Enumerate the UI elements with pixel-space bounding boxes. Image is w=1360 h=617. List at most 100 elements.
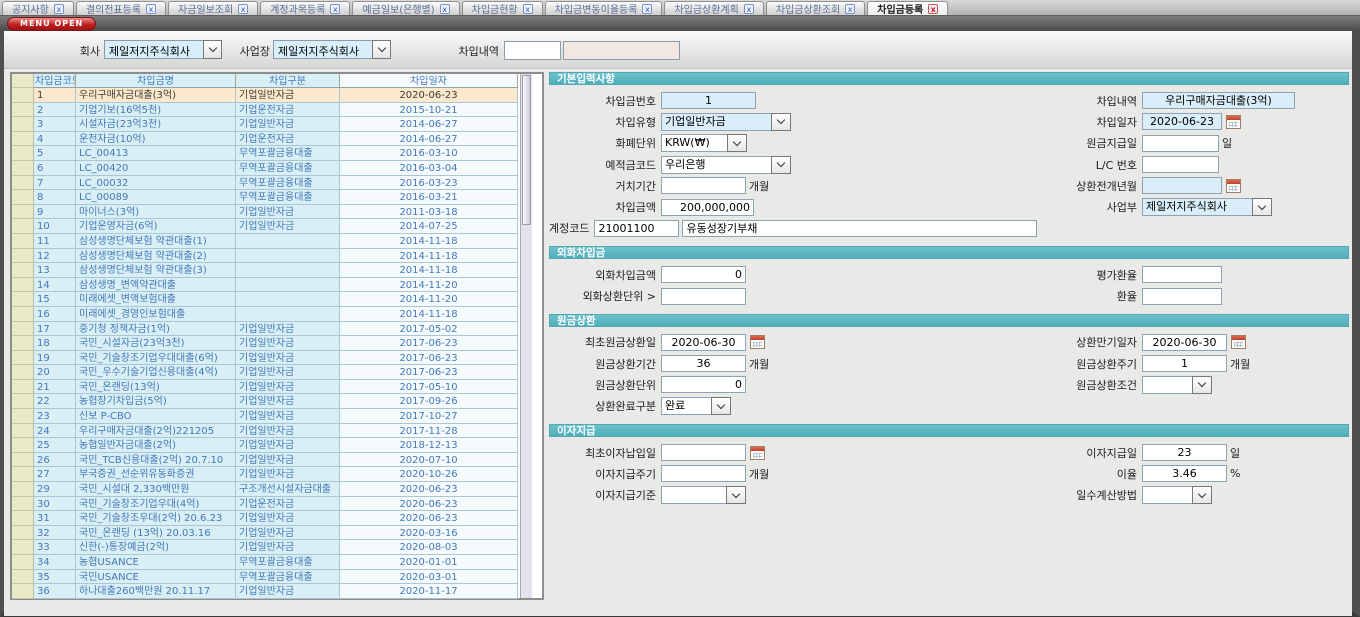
- table-row[interactable]: 16미래에셋_경영인보험대출2014-11-18: [12, 307, 520, 322]
- input-first-principal-date[interactable]: 2020-06-30: [661, 334, 746, 351]
- table-row[interactable]: 36하나대출260백만원 20.11.17기업일반자금2020-11-17: [12, 584, 520, 599]
- table-row[interactable]: 11삼성생명단체보험 약관대출(1)2014-11-18: [12, 234, 520, 249]
- input-fx-loan-amount[interactable]: 0: [661, 266, 746, 283]
- table-row[interactable]: 32국민_온랜딩 (13억) 20.03.16기업일반자금2020-03-16: [12, 526, 520, 541]
- select-loan-type[interactable]: 기업일반자금: [661, 113, 791, 131]
- input-maturity-date[interactable]: 2020-06-30: [1142, 334, 1227, 351]
- input-account-code-name[interactable]: 유동성장기부채: [682, 220, 1037, 237]
- input-grace-period[interactable]: [661, 177, 746, 194]
- chevron-down-icon[interactable]: [711, 397, 731, 415]
- close-icon[interactable]: x: [744, 4, 754, 14]
- table-row[interactable]: 18국민_시설자금(23억3천)기업일반자금2017-06-23: [12, 336, 520, 351]
- input-principal-payment-day[interactable]: [1142, 135, 1219, 152]
- table-row[interactable]: 23신보 P-CBO기업일반자금2017-10-27: [12, 409, 520, 424]
- input-first-interest-date[interactable]: [661, 444, 746, 461]
- menu-open-button[interactable]: MENU OPEN: [7, 17, 96, 31]
- input-valuation-rate[interactable]: [1142, 266, 1222, 283]
- calendar-icon[interactable]: [1226, 115, 1241, 129]
- input-loan-description[interactable]: 우리구매자금대출(3억): [1142, 92, 1295, 109]
- table-row[interactable]: 5LC_00413무역포괄금융대출2016-03-10: [12, 146, 520, 161]
- close-icon[interactable]: x: [330, 4, 340, 14]
- loan-desc-name-input[interactable]: [563, 41, 680, 60]
- select-currency-unit[interactable]: KRW(₩): [661, 134, 747, 152]
- close-icon[interactable]: x: [845, 4, 855, 14]
- calendar-icon[interactable]: [1231, 335, 1246, 349]
- tab-loan-register[interactable]: 차입금등록x: [867, 1, 948, 15]
- table-row[interactable]: 6LC_00420무역포괄금융대출2016-03-04: [12, 161, 520, 176]
- table-row[interactable]: 31국민_기술창조우대(2억) 20.6.23기업일반자금2020-06-23: [12, 511, 520, 526]
- calendar-icon[interactable]: [1226, 179, 1241, 193]
- table-row[interactable]: 13삼성생명단체보험 약관대출(3)2014-11-18: [12, 263, 520, 278]
- table-scrollbar[interactable]: [520, 74, 532, 598]
- chevron-down-icon[interactable]: [727, 134, 747, 152]
- table-row[interactable]: 17중기청 정책자금(1억)기업일반자금2017-05-02: [12, 322, 520, 337]
- select-business-unit[interactable]: 제일저지주식회사: [1142, 198, 1272, 216]
- table-row[interactable]: 21국민_온랜딩(13억)기업일반자금2017-05-10: [12, 380, 520, 395]
- table-row[interactable]: 14삼성생명_변액약관대출2014-11-20: [12, 278, 520, 293]
- chevron-down-icon[interactable]: [771, 156, 791, 174]
- chevron-down-icon[interactable]: [1192, 376, 1212, 394]
- select-repayment-complete[interactable]: 완료: [661, 397, 731, 415]
- select-day-count-method[interactable]: [1142, 486, 1212, 504]
- chevron-down-icon[interactable]: [203, 40, 222, 59]
- close-icon[interactable]: x: [238, 4, 248, 14]
- company-select[interactable]: 제일저지주식회사: [104, 40, 222, 59]
- input-principal-unit[interactable]: 0: [661, 376, 746, 393]
- table-row[interactable]: 8LC_00089무역포괄금융대출2016-03-21: [12, 190, 520, 205]
- tab-notice[interactable]: 공지사항x: [2, 1, 74, 15]
- input-fx-repayment-unit[interactable]: [661, 288, 746, 305]
- table-row[interactable]: 33신한(-)통장예금(2억)기업일반자금2020-08-03: [12, 540, 520, 555]
- chevron-down-icon[interactable]: [1252, 198, 1272, 216]
- input-loan-date[interactable]: 2020-06-23: [1142, 113, 1222, 130]
- table-row[interactable]: 26국민_TCB신용대출(2억) 20.7.10기업일반자금2020-07-10: [12, 453, 520, 468]
- table-scrollbar-thumb[interactable]: [522, 75, 531, 225]
- close-icon[interactable]: x: [146, 4, 156, 14]
- close-icon[interactable]: x: [642, 4, 652, 14]
- table-row[interactable]: 9마이너스(3억)기업일반자금2011-03-18: [12, 205, 520, 220]
- input-loan-number[interactable]: 1: [661, 92, 756, 109]
- table-row[interactable]: 35국민USANCE무역포괄금융대출2020-03-01: [12, 570, 520, 585]
- table-row[interactable]: 20국민_우수기술기업신용대출(4억)기업일반자금2017-06-23: [12, 365, 520, 380]
- input-account-code[interactable]: 21001100: [594, 220, 679, 237]
- table-row[interactable]: 2기업기보(16억5천)기업운전자금2015-10-21: [12, 103, 520, 118]
- table-row[interactable]: 34농협USANCE무역포괄금융대출2020-01-01: [12, 555, 520, 570]
- chevron-down-icon[interactable]: [372, 40, 391, 59]
- tab-deposit-daily-by-bank[interactable]: 예금일보(은행별)x: [352, 1, 459, 15]
- close-icon[interactable]: x: [54, 4, 64, 14]
- calendar-icon[interactable]: [750, 335, 765, 349]
- input-principal-cycle[interactable]: 1: [1142, 355, 1227, 372]
- close-icon[interactable]: x: [440, 4, 450, 14]
- input-loan-amount[interactable]: 200,000,000: [661, 199, 754, 216]
- table-row[interactable]: 1우리구매자금대출(3억)기업일반자금2020-06-23: [12, 88, 520, 103]
- table-row[interactable]: 7LC_00032무역포괄금융대출2016-03-23: [12, 176, 520, 191]
- chevron-down-icon[interactable]: [1192, 486, 1212, 504]
- calendar-icon[interactable]: [750, 446, 765, 460]
- table-row[interactable]: 4운전자금(10억)기업운전자금2014-06-27: [12, 132, 520, 147]
- input-interest-cycle[interactable]: [661, 465, 746, 482]
- tab-loan-repayment-inquiry[interactable]: 차입금상환조회x: [766, 1, 865, 15]
- input-repayment-carryover-ym[interactable]: [1142, 177, 1222, 194]
- table-row[interactable]: 24우리구매자금대출(2억)221205기업일반자금2017-11-28: [12, 424, 520, 439]
- chevron-down-icon[interactable]: [726, 486, 746, 504]
- tab-loan-rate-change[interactable]: 차입금변동이율등록x: [545, 1, 663, 15]
- site-select[interactable]: 제일저지주식회사: [273, 40, 391, 59]
- tab-account-register[interactable]: 계정과목등록x: [260, 1, 350, 15]
- input-exchange-rate[interactable]: [1142, 288, 1222, 305]
- table-row[interactable]: 12삼성생명단체보험 약관대출(2)2014-11-18: [12, 249, 520, 264]
- table-row[interactable]: 10기업운영자금(6억)기업일반자금2014-07-25: [12, 219, 520, 234]
- loan-desc-code-input[interactable]: [504, 41, 561, 60]
- table-row[interactable]: 22농협장기차입금(5억)기업일반자금2017-09-26: [12, 394, 520, 409]
- table-row[interactable]: 27부국증권_선순위유동화증권기업일반자금2020-10-26: [12, 467, 520, 482]
- close-icon[interactable]: x: [523, 4, 533, 14]
- table-row[interactable]: 25농협일반자금대출(2억)기업일반자금2018-12-13: [12, 438, 520, 453]
- close-icon[interactable]: x: [928, 4, 938, 14]
- table-row[interactable]: 15미래에셋_변액보험대출2014-11-20: [12, 292, 520, 307]
- select-principal-condition[interactable]: [1142, 376, 1212, 394]
- chevron-down-icon[interactable]: [771, 113, 791, 131]
- table-row[interactable]: 19국민_기술창조기업우대대출(6억)기업일반자금2017-06-23: [12, 351, 520, 366]
- select-deposit-code[interactable]: 우리은행: [661, 156, 791, 174]
- tab-loan-repayment-plan[interactable]: 차입금상환계획x: [664, 1, 763, 15]
- input-interest-rate[interactable]: 3.46: [1142, 465, 1227, 482]
- table-row[interactable]: 30국민_기술창조기업우대(4억)기업운전자금2020-06-23: [12, 497, 520, 512]
- input-lc-number[interactable]: [1142, 156, 1219, 173]
